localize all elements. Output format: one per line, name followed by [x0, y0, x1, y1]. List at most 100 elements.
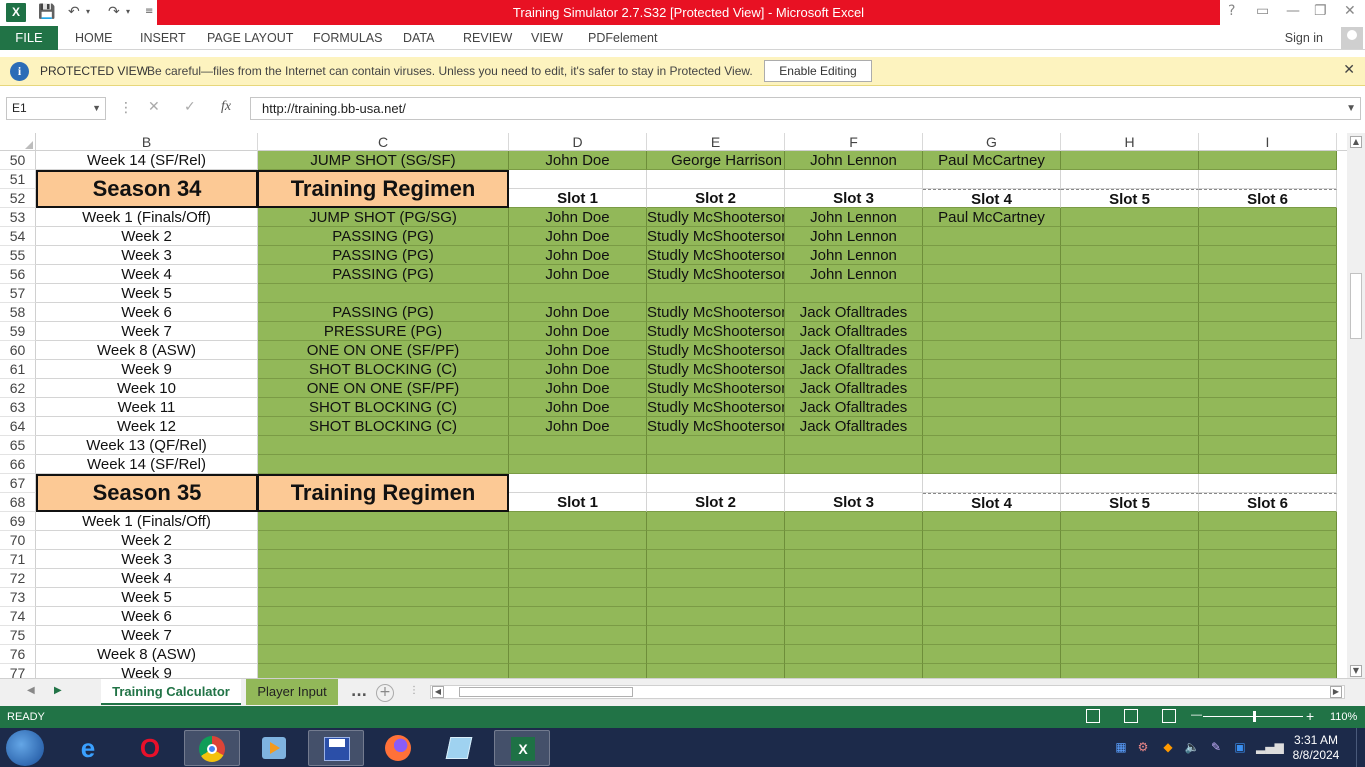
player-cell[interactable]	[1061, 227, 1199, 246]
player-cell[interactable]: Jack Ofalltrades	[785, 322, 923, 341]
player-cell[interactable]	[1061, 398, 1199, 417]
player-cell[interactable]: Studly McShooterson	[647, 398, 785, 417]
week-label[interactable]: Week 13 (QF/Rel)	[36, 436, 258, 455]
slot-header[interactable]: Slot 5	[1061, 493, 1199, 512]
slot-header[interactable]: Slot 6	[1199, 493, 1337, 512]
table-cell[interactable]	[1061, 170, 1199, 189]
next-sheet-icon[interactable]: ▶	[54, 685, 62, 696]
week-label[interactable]: Week 5	[36, 588, 258, 607]
tab-data[interactable]: DATA	[403, 26, 434, 50]
scroll-down-icon[interactable]: ▼	[1350, 665, 1362, 677]
player-cell[interactable]	[647, 626, 785, 645]
player-cell[interactable]	[509, 588, 647, 607]
drill-cell[interactable]: PASSING (PG)	[258, 227, 509, 246]
row-header[interactable]: 75	[0, 626, 36, 645]
drill-cell[interactable]	[258, 626, 509, 645]
system-clock[interactable]: 3:31 AM 8/8/2024	[1285, 733, 1347, 763]
player-cell[interactable]	[785, 588, 923, 607]
drill-cell[interactable]	[258, 569, 509, 588]
column-header-i[interactable]: I	[1199, 133, 1337, 151]
player-cell[interactable]	[923, 265, 1061, 284]
player-cell[interactable]: John Lennon	[785, 208, 923, 227]
tray-grid-icon[interactable]: ▦	[1113, 740, 1129, 756]
slot-header[interactable]: Slot 4	[923, 493, 1061, 512]
zoom-level[interactable]: 110%	[1330, 711, 1357, 723]
row-header[interactable]: 50	[0, 151, 36, 170]
player-cell[interactable]	[1199, 284, 1337, 303]
row-header[interactable]: 53	[0, 208, 36, 227]
player-cell[interactable]	[1061, 588, 1199, 607]
media-player-icon[interactable]	[246, 730, 302, 766]
player-cell[interactable]	[1061, 664, 1199, 678]
player-cell[interactable]	[785, 607, 923, 626]
player-cell[interactable]	[1199, 455, 1337, 474]
drill-cell[interactable]: PASSING (PG)	[258, 303, 509, 322]
chrome-icon[interactable]	[184, 730, 240, 766]
player-cell[interactable]	[1199, 664, 1337, 678]
player-cell[interactable]	[923, 531, 1061, 550]
season-title[interactable]: Season 34	[36, 170, 258, 208]
player-cell[interactable]	[1061, 208, 1199, 227]
drill-cell[interactable]: JUMP SHOT (SG/SF)	[258, 151, 509, 170]
player-cell[interactable]	[785, 455, 923, 474]
row-header[interactable]: 51	[0, 170, 36, 189]
row-header[interactable]: 60	[0, 341, 36, 360]
row-header[interactable]: 52	[0, 189, 36, 208]
player-cell[interactable]: John Doe	[509, 322, 647, 341]
player-cell[interactable]	[1199, 550, 1337, 569]
player-cell[interactable]: John Doe	[509, 360, 647, 379]
player-cell[interactable]: John Doe	[509, 265, 647, 284]
player-cell[interactable]	[509, 569, 647, 588]
drill-cell[interactable]: PASSING (PG)	[258, 246, 509, 265]
drill-cell[interactable]: SHOT BLOCKING (C)	[258, 398, 509, 417]
row-header[interactable]: 73	[0, 588, 36, 607]
floppy-save-icon[interactable]	[308, 730, 364, 766]
player-cell[interactable]	[1199, 607, 1337, 626]
week-label[interactable]: Week 1 (Finals/Off)	[36, 208, 258, 227]
player-cell[interactable]	[1061, 265, 1199, 284]
week-label[interactable]: Week 10	[36, 379, 258, 398]
expand-formula-bar-icon[interactable]: ▼	[1346, 98, 1356, 119]
player-cell[interactable]	[1199, 246, 1337, 265]
player-cell[interactable]	[1061, 246, 1199, 265]
player-cell[interactable]	[923, 436, 1061, 455]
prev-sheet-icon[interactable]: ◀	[27, 685, 35, 696]
page-break-view-icon[interactable]	[1162, 709, 1176, 723]
column-header-d[interactable]: D	[509, 133, 647, 151]
customize-qat-icon[interactable]: ≡	[145, 3, 153, 21]
column-header-g[interactable]: G	[923, 133, 1061, 151]
week-label[interactable]: Week 3	[36, 246, 258, 265]
player-cell[interactable]	[923, 550, 1061, 569]
insert-function-icon[interactable]: fx	[221, 99, 231, 115]
player-cell[interactable]	[1061, 569, 1199, 588]
firefox-icon[interactable]	[370, 730, 426, 766]
player-cell[interactable]	[1199, 265, 1337, 284]
start-button-icon[interactable]	[6, 730, 44, 766]
signal-strength-icon[interactable]: ▂▄▆	[1256, 740, 1284, 756]
player-cell[interactable]	[509, 284, 647, 303]
maximize-icon[interactable]: ❐	[1314, 3, 1327, 19]
cancel-icon[interactable]: ✕	[148, 99, 160, 115]
player-cell[interactable]: Studly McShooterson	[647, 227, 785, 246]
player-cell[interactable]	[509, 436, 647, 455]
player-cell[interactable]: John Doe	[509, 151, 647, 170]
player-cell[interactable]	[509, 550, 647, 569]
player-cell[interactable]	[923, 360, 1061, 379]
player-cell[interactable]	[1061, 436, 1199, 455]
player-cell[interactable]: Studly McShooterson	[647, 303, 785, 322]
row-header[interactable]: 62	[0, 379, 36, 398]
slot-header[interactable]: Slot 1	[509, 189, 647, 208]
week-label[interactable]: Week 8 (ASW)	[36, 645, 258, 664]
week-label[interactable]: Week 6	[36, 303, 258, 322]
player-cell[interactable]	[923, 512, 1061, 531]
player-cell[interactable]	[923, 341, 1061, 360]
week-label[interactable]: Week 11	[36, 398, 258, 417]
row-header[interactable]: 70	[0, 531, 36, 550]
ribbon-display-icon[interactable]: ▭	[1256, 3, 1269, 19]
player-cell[interactable]	[1061, 417, 1199, 436]
player-cell[interactable]: Studly McShooterson	[647, 341, 785, 360]
opera-icon[interactable]: O	[122, 730, 178, 766]
row-header[interactable]: 61	[0, 360, 36, 379]
row-header[interactable]: 68	[0, 493, 36, 512]
table-cell[interactable]	[1199, 170, 1337, 189]
